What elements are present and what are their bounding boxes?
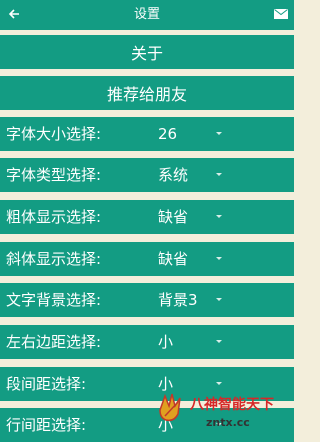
dropdown-caret-icon — [216, 173, 222, 176]
dropdown-caret-icon — [216, 257, 222, 260]
setting-text-background[interactable]: 文字背景选择: 背景3 — [0, 283, 294, 317]
page-title: 设置 — [133, 7, 160, 22]
setting-label: 行间距选择: — [6, 416, 87, 434]
about-button[interactable]: 关于 — [0, 35, 294, 69]
dropdown-caret-icon — [216, 132, 222, 135]
setting-value[interactable]: 26 — [158, 117, 177, 151]
dropdown-caret-icon — [216, 298, 222, 301]
setting-label: 斜体显示选择: — [6, 250, 102, 268]
dropdown-caret-icon — [216, 340, 222, 343]
setting-label: 字体大小选择: — [6, 125, 102, 143]
setting-font-size[interactable]: 字体大小选择: 26 — [0, 117, 294, 151]
hand-logo-icon — [159, 393, 181, 422]
setting-italic[interactable]: 斜体显示选择: 缺省 — [0, 242, 294, 276]
setting-value[interactable]: 背景3 — [158, 283, 198, 317]
watermark-url: zntx.cc — [206, 416, 250, 429]
mail-icon[interactable] — [274, 8, 288, 20]
setting-side-margin[interactable]: 左右边距选择: 小 — [0, 325, 294, 359]
setting-value[interactable]: 系统 — [158, 158, 188, 192]
setting-value[interactable]: 缺省 — [158, 242, 188, 276]
dropdown-caret-icon — [216, 382, 222, 385]
watermark-logo: 八神智能天下 zntx.cc — [150, 386, 294, 442]
setting-label: 段间距选择: — [6, 375, 87, 393]
dropdown-caret-icon — [216, 215, 222, 218]
setting-value[interactable]: 小 — [158, 325, 173, 359]
setting-label: 粗体显示选择: — [6, 208, 102, 226]
setting-label: 左右边距选择: — [6, 333, 102, 351]
top-bar: 设置 — [0, 0, 294, 30]
watermark-text: 八神智能天下 — [190, 397, 274, 413]
setting-font-type[interactable]: 字体类型选择: 系统 — [0, 158, 294, 192]
setting-label: 字体类型选择: — [6, 166, 102, 184]
setting-value[interactable]: 缺省 — [158, 200, 188, 234]
setting-label: 文字背景选择: — [6, 291, 102, 309]
setting-bold[interactable]: 粗体显示选择: 缺省 — [0, 200, 294, 234]
recommend-to-friend-button[interactable]: 推荐给朋友 — [0, 76, 294, 110]
